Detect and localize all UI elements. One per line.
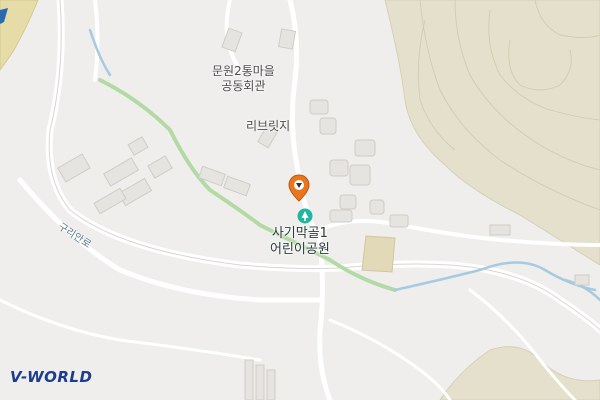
community-hall-name-line1: 문원2통마을 — [212, 64, 275, 78]
terrain-area-south — [439, 346, 600, 400]
park-area — [361, 235, 396, 273]
park-label[interactable]: 사기막골1 어린이공원 — [270, 226, 330, 258]
park-name-line2: 어린이공원 — [270, 242, 330, 257]
park-tree-icon[interactable] — [297, 208, 313, 228]
community-hall-label[interactable]: 문원2통마을 공동회관 — [212, 64, 275, 94]
community-hall-name-line2: 공동회관 — [221, 79, 266, 93]
location-pin-icon[interactable] — [288, 174, 310, 206]
resort-label[interactable]: 리브릿지 — [246, 119, 290, 134]
map-view[interactable]: 문원2통마을 공동회관 리브릿지 사기막골1 어린이공원 구리안로 V-WORL… — [0, 0, 600, 400]
vworld-logo: V-WORLD — [10, 368, 93, 386]
park-name-line1: 사기막골1 — [271, 226, 328, 241]
